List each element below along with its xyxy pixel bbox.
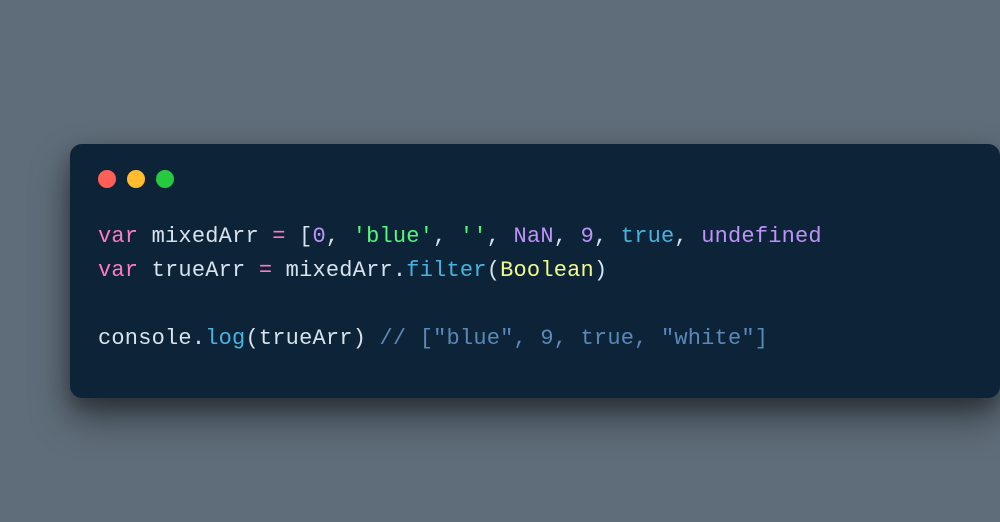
- object-console: console: [98, 326, 192, 351]
- comma: ,: [554, 224, 581, 249]
- comma: ,: [594, 224, 621, 249]
- number-0: 0: [312, 224, 325, 249]
- argument-trueArr: trueArr: [259, 326, 353, 351]
- undefined-literal: undefined: [701, 224, 822, 249]
- code-line-4: console.log(trueArr) // ["blue", 9, true…: [98, 326, 768, 351]
- code-window: var mixedArr = [0, 'blue', '', NaN, 9, t…: [70, 144, 1000, 398]
- minimize-icon[interactable]: [127, 170, 145, 188]
- comment-output: // ["blue", 9, true, "white"]: [380, 326, 769, 351]
- number-9: 9: [581, 224, 594, 249]
- keyword-var: var: [98, 258, 138, 283]
- operator-assign: =: [259, 224, 299, 249]
- class-boolean: Boolean: [500, 258, 594, 283]
- variable-trueArr: trueArr: [152, 258, 246, 283]
- paren-open: (: [245, 326, 258, 351]
- comma: ,: [674, 224, 701, 249]
- code-line-2: var trueArr = mixedArr.filter(Boolean): [98, 258, 607, 283]
- bracket-open: [: [299, 224, 312, 249]
- variable-mixedArr: mixedArr: [152, 224, 259, 249]
- method-log: log: [205, 326, 245, 351]
- window-titlebar: [70, 144, 1000, 198]
- nan-literal: NaN: [514, 224, 554, 249]
- dot: .: [192, 326, 205, 351]
- comma: ,: [487, 224, 514, 249]
- string-blue: 'blue': [353, 224, 433, 249]
- method-filter: filter: [406, 258, 486, 283]
- space: [366, 326, 379, 351]
- paren-close: ): [353, 326, 366, 351]
- comma: ,: [433, 224, 460, 249]
- keyword-var: var: [98, 224, 138, 249]
- paren-open: (: [487, 258, 500, 283]
- code-line-1: var mixedArr = [0, 'blue', '', NaN, 9, t…: [98, 224, 822, 249]
- string-empty: '': [460, 224, 487, 249]
- maximize-icon[interactable]: [156, 170, 174, 188]
- operator-assign: =: [245, 258, 285, 283]
- boolean-true: true: [621, 224, 675, 249]
- close-icon[interactable]: [98, 170, 116, 188]
- paren-close: ): [594, 258, 607, 283]
- comma: ,: [326, 224, 353, 249]
- dot: .: [393, 258, 406, 283]
- object-mixedArr: mixedArr: [286, 258, 393, 283]
- code-content: var mixedArr = [0, 'blue', '', NaN, 9, t…: [70, 198, 1000, 398]
